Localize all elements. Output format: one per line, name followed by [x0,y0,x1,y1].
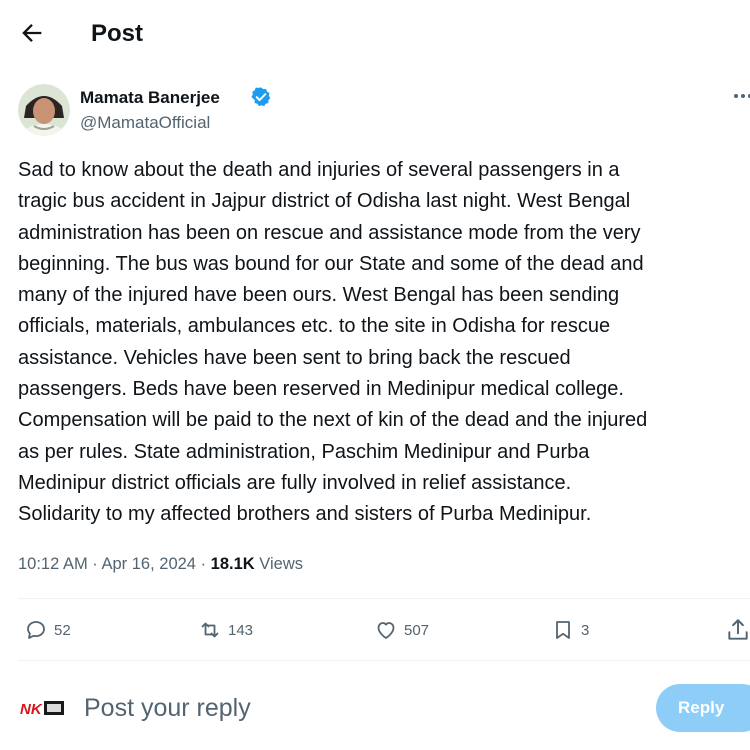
repost-action[interactable]: 143 [198,614,253,646]
reply-avatar[interactable]: NK [20,697,68,719]
bookmark-icon [556,621,570,639]
like-action[interactable]: 507 [374,614,429,646]
reply-count: 52 [54,621,71,639]
bookmark-action[interactable]: 3 [551,614,589,646]
meta-separator: · [87,555,102,573]
post-text: Sad to know about the death and injuries… [18,155,748,531]
comment-icon [27,621,45,639]
post-text-line: Sad to know about the death and injuries… [18,159,620,181]
post-text-line: administration has been on rescue and as… [18,221,641,244]
top-bar: Post [0,0,750,68]
post-time[interactable]: 10:12 AM [18,555,88,573]
author-avatar[interactable] [18,84,70,136]
post-text-line: Compensation will be paid to the next of… [18,409,648,432]
reply-input[interactable]: Post your reply [84,691,251,725]
post-date[interactable]: Apr 16, 2024 [101,555,196,573]
post-text-line: Medinipur district officials are fully i… [18,471,572,494]
reply-composer: NK Post your reply Reply [0,660,750,750]
post-text-line: beginning. The bus was bound for our Sta… [18,252,644,275]
post-text-line: Solidarity to my affected brothers and s… [18,503,592,526]
post-text-line: officials, materials, ambulances etc. to… [18,315,611,338]
page-title: Post [91,20,144,47]
author-handle[interactable]: @MamataOfficial [80,112,210,134]
meta-separator: · [195,555,211,573]
post-text-line: passengers. Beds have been reserved in M… [18,378,624,401]
reply-button[interactable]: Reply [656,684,750,732]
heart-icon [377,622,395,639]
post-text-line: as per rules. State administration, Pasc… [18,440,590,463]
post-text-line: assistance. Vehicles have been sent to b… [18,346,571,369]
views-count: 18.1K [210,555,255,573]
repost-icon [201,622,219,638]
arrow-left-icon[interactable] [18,19,46,47]
post-meta: 10:12 AM · Apr 16, 2024 · 18.1K Views [18,553,303,575]
post-text-line: many of the injured have been ours. West… [18,284,620,307]
divider [18,598,750,599]
verified-badge-icon [251,87,271,107]
post-text-line: tragic bus accident in Jajpur district o… [18,190,631,213]
share-icon[interactable] [725,617,750,643]
action-bar: 52 143 507 3 [0,600,750,660]
bookmark-count: 3 [581,621,590,639]
like-count: 507 [404,621,430,639]
more-options-icon[interactable] [731,84,750,108]
reply-action[interactable]: 52 [24,614,71,646]
repost-count: 143 [228,621,254,639]
avatar-image [18,84,70,136]
author-name[interactable]: Mamata Banerjee [80,87,220,109]
views-label: Views [254,555,303,573]
reply-avatar-logo: NK [20,701,43,718]
